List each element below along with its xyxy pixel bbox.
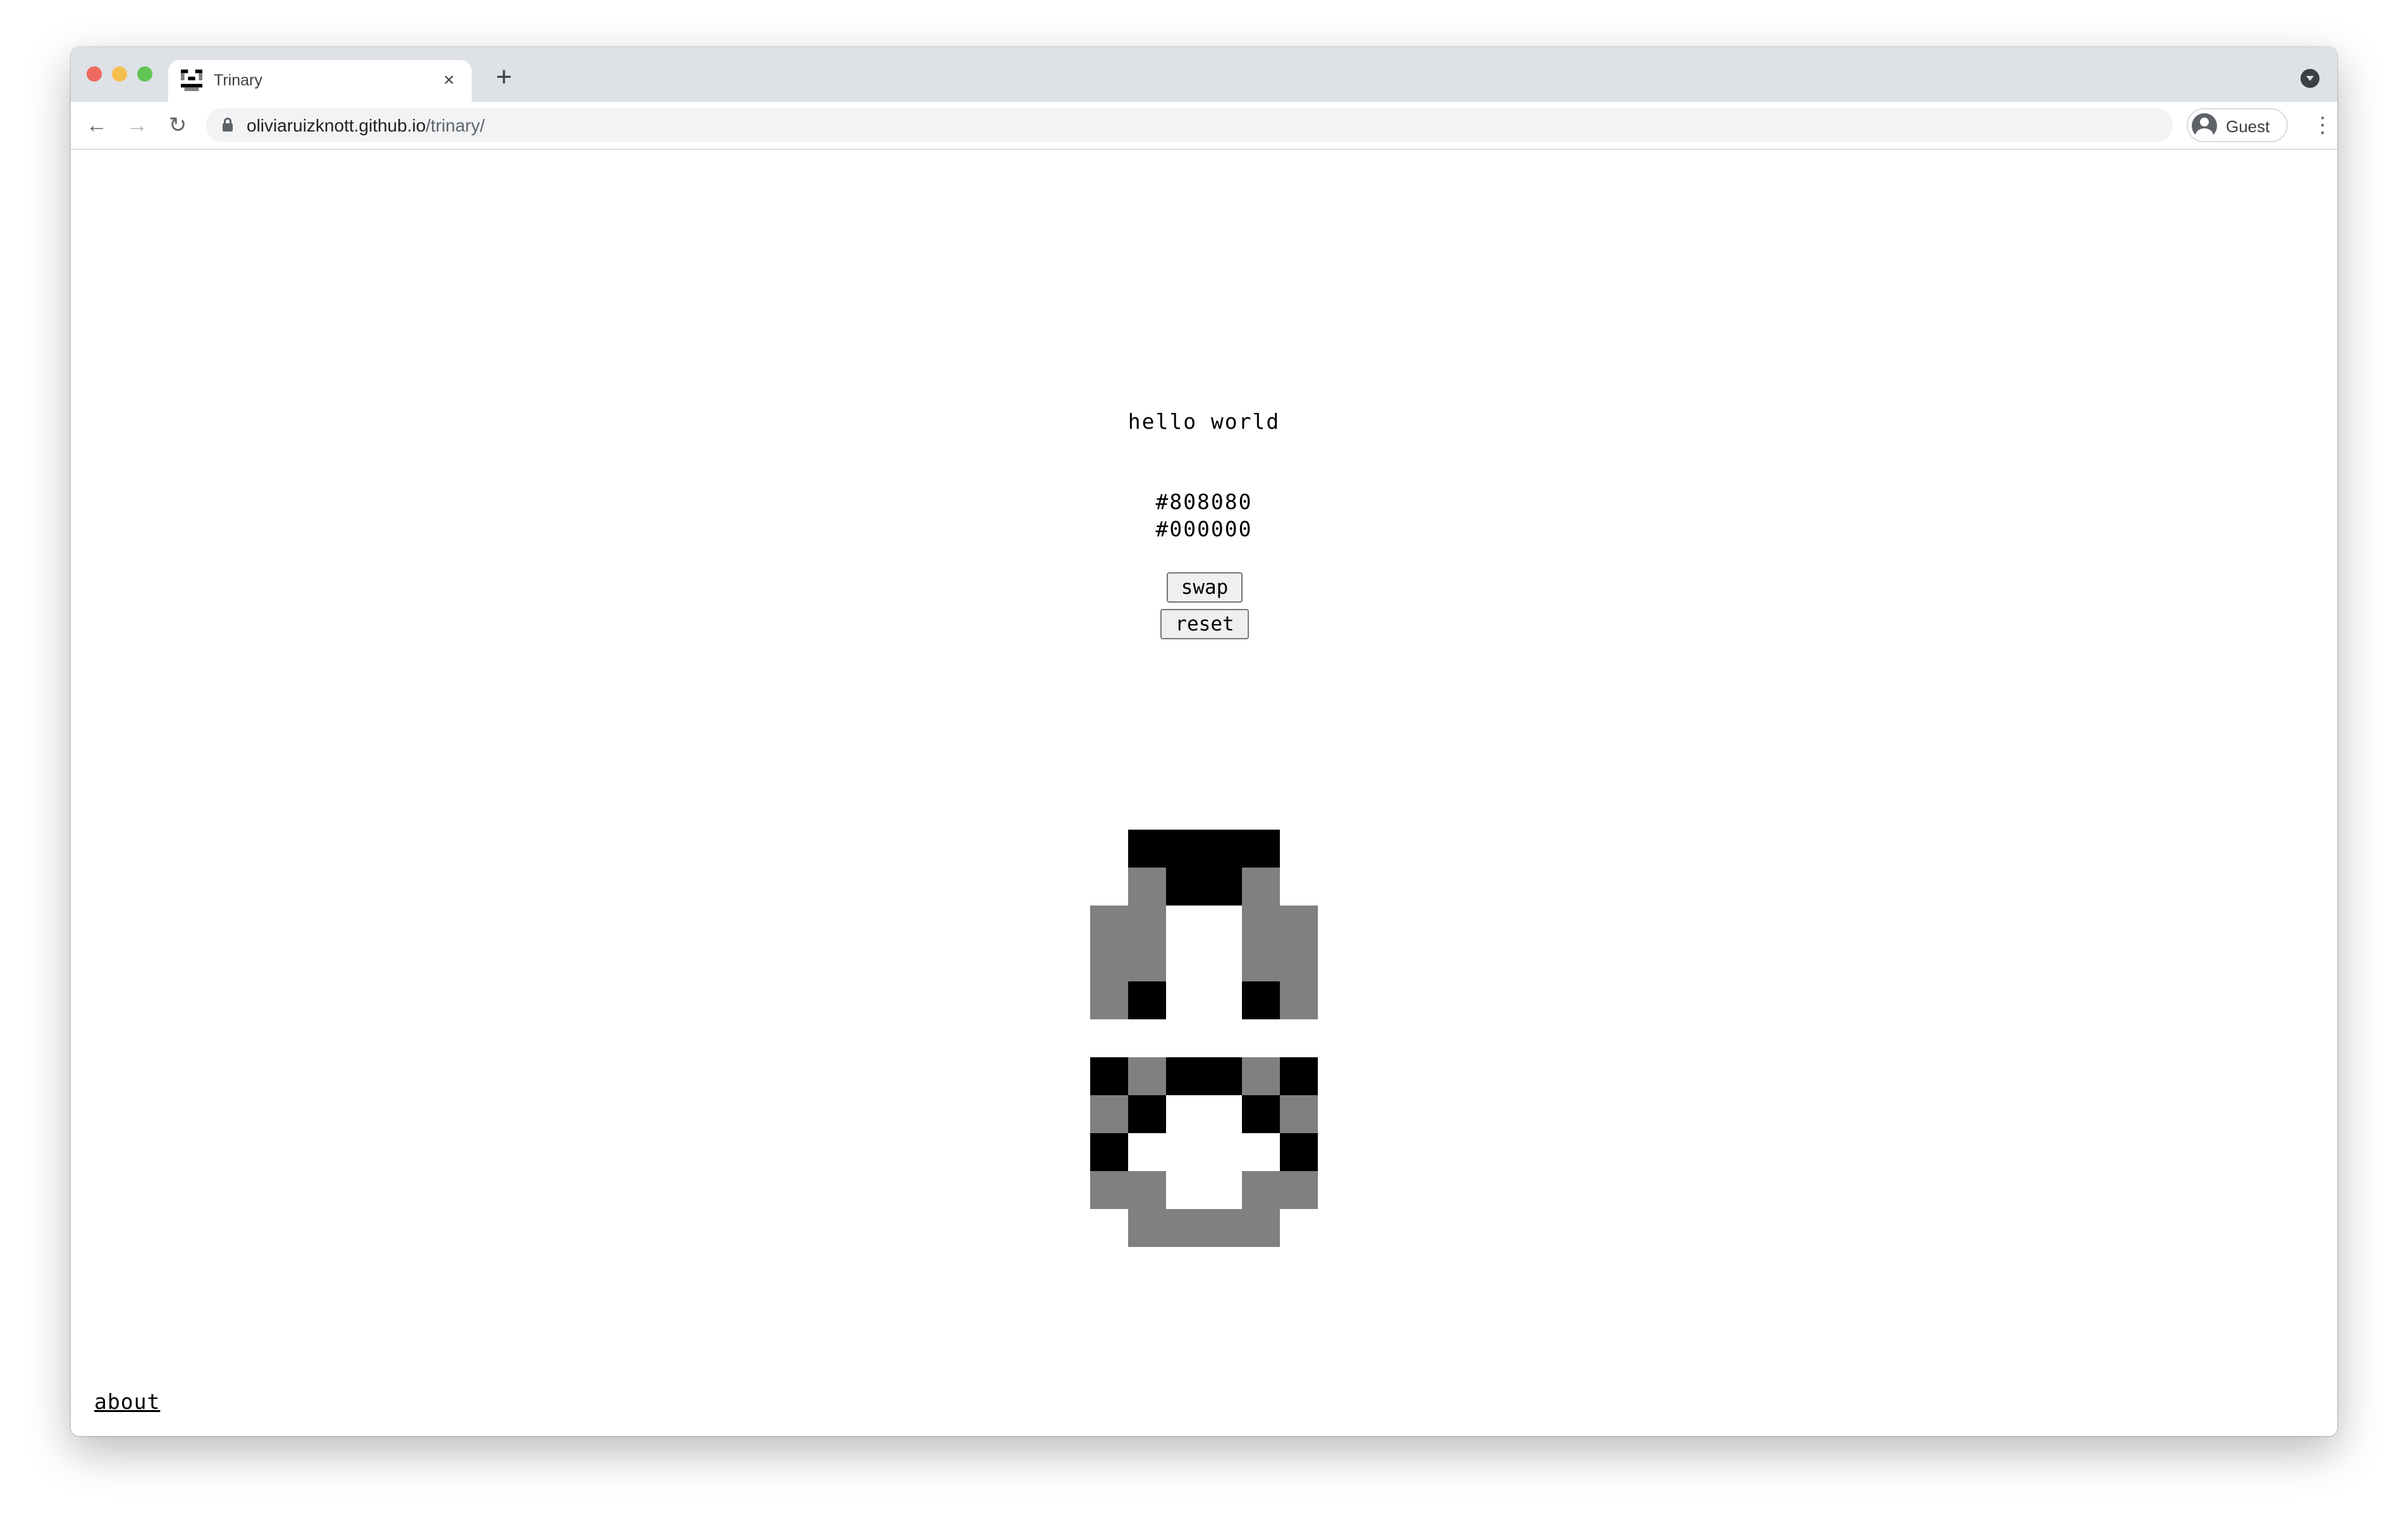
- minimize-window-button[interactable]: [112, 66, 127, 82]
- glyph-pixel: [1166, 868, 1204, 906]
- glyph-pixel: [1166, 1209, 1204, 1247]
- glyph-pixel: [1128, 981, 1166, 1019]
- glyph-pixel: [1242, 1057, 1280, 1095]
- glyph-pixel: [1204, 868, 1242, 906]
- pixel-glyph: [1090, 830, 1318, 1019]
- glyph-pixel: [1090, 943, 1128, 981]
- glyph-pixel: [1090, 981, 1128, 1019]
- glyph-pixel: [1242, 1209, 1280, 1247]
- glyph-pixel: [1204, 1057, 1242, 1095]
- glyph-pixel: [1204, 981, 1242, 1019]
- glyph-pixel: [1242, 868, 1280, 906]
- glyph-pixel: [1128, 943, 1166, 981]
- tab-title: Trinary: [214, 71, 262, 89]
- glyph-pixel: [1204, 1209, 1242, 1247]
- profile-button[interactable]: Guest: [2187, 108, 2288, 142]
- glyph-pixel: [1166, 1133, 1204, 1171]
- glyph-pixel: [1242, 830, 1280, 868]
- glyph-pixel: [1280, 1095, 1318, 1133]
- glyph-pixel: [1128, 868, 1166, 906]
- glyph-pixel: [1242, 1133, 1280, 1171]
- glyph-pixel: [1204, 1171, 1242, 1209]
- favicon-icon: [181, 70, 202, 91]
- color-b-text: #000000: [1155, 517, 1253, 541]
- menu-icon[interactable]: ⋮: [2312, 112, 2333, 138]
- glyph-pixel: [1280, 981, 1318, 1019]
- glyph-pixel: [1128, 830, 1166, 868]
- glyph-pixel: [1128, 1095, 1166, 1133]
- glyph-pixel: [1166, 830, 1204, 868]
- glyph-pixel: [1166, 1057, 1204, 1095]
- glyph-pixel: [1280, 943, 1318, 981]
- pixel-glyph: [1090, 1057, 1318, 1247]
- glyph-pixel: [1166, 906, 1204, 943]
- glyph-pixel: [1128, 1057, 1166, 1095]
- glyph-pixel: [1204, 1095, 1242, 1133]
- glyph-pixel: [1280, 1133, 1318, 1171]
- glyph-pixel: [1128, 906, 1166, 943]
- reset-button[interactable]: reset: [1160, 609, 1249, 639]
- glyph-pixel: [1280, 868, 1318, 906]
- page-content: hello world #808080 #000000 swap reset a…: [71, 150, 2337, 1436]
- glyph-pixel: [1280, 1209, 1318, 1247]
- glyph-pixel: [1090, 906, 1128, 943]
- glyph-pixel: [1090, 1171, 1128, 1209]
- glyph-pixel: [1128, 1209, 1166, 1247]
- forward-icon[interactable]: →: [124, 112, 150, 138]
- close-icon[interactable]: ×: [438, 69, 460, 92]
- glyph-pixel: [1166, 1095, 1204, 1133]
- reload-icon[interactable]: ↻: [164, 112, 191, 138]
- glyph-pixel: [1204, 906, 1242, 943]
- tab-trinary[interactable]: Trinary ×: [168, 60, 472, 102]
- toolbar: ← → ↻ oliviaruizknott.github.io/trinary/…: [71, 102, 2337, 150]
- glyph-pixel: [1242, 943, 1280, 981]
- glyph-pixel: [1090, 830, 1128, 868]
- glyph-pixel: [1090, 1057, 1128, 1095]
- tab-search-icon[interactable]: [2300, 69, 2319, 88]
- glyph-pixel: [1242, 906, 1280, 943]
- glyph-pixel: [1090, 1209, 1128, 1247]
- glyph-pixel: [1280, 1171, 1318, 1209]
- plus-icon[interactable]: +: [489, 63, 519, 92]
- profile-label: Guest: [2226, 117, 2270, 136]
- glyph-pixel: [1166, 981, 1204, 1019]
- glyph-pixel: [1280, 830, 1318, 868]
- swap-button[interactable]: swap: [1167, 572, 1243, 603]
- glyph-pixel: [1128, 1133, 1166, 1171]
- glyph-pixel: [1204, 830, 1242, 868]
- glyph-pixel: [1090, 868, 1128, 906]
- url-text[interactable]: oliviaruizknott.github.io/trinary/: [247, 116, 485, 136]
- glyph-pixel: [1128, 1171, 1166, 1209]
- close-window-button[interactable]: [87, 66, 102, 82]
- glyph-pixel: [1242, 1171, 1280, 1209]
- tab-strip: Trinary × +: [71, 47, 2337, 102]
- glyph-pixel: [1166, 1171, 1204, 1209]
- color-a-text: #808080: [1155, 489, 1253, 514]
- glyph-pixel: [1204, 1133, 1242, 1171]
- avatar-icon: [2192, 113, 2217, 138]
- zoom-window-button[interactable]: [137, 66, 152, 82]
- glyph-pixel: [1090, 1095, 1128, 1133]
- glyph-pixel: [1280, 906, 1318, 943]
- glyph-pixel: [1090, 1133, 1128, 1171]
- about-link[interactable]: about: [94, 1389, 160, 1414]
- glyph-pixel: [1242, 1095, 1280, 1133]
- greeting-text: hello world: [1127, 409, 1281, 434]
- browser-window: Trinary × + ← → ↻ oliviaruizknott.github…: [71, 47, 2337, 1436]
- glyph-pixel: [1204, 943, 1242, 981]
- back-icon[interactable]: ←: [83, 112, 110, 138]
- glyph-pixel: [1242, 981, 1280, 1019]
- glyph-pixel: [1166, 943, 1204, 981]
- address-bar[interactable]: oliviaruizknott.github.io/trinary/: [206, 108, 2173, 142]
- glyph-pixel: [1280, 1057, 1318, 1095]
- lock-icon[interactable]: [223, 118, 233, 132]
- screen: Trinary × + ← → ↻ oliviaruizknott.github…: [0, 0, 2408, 1529]
